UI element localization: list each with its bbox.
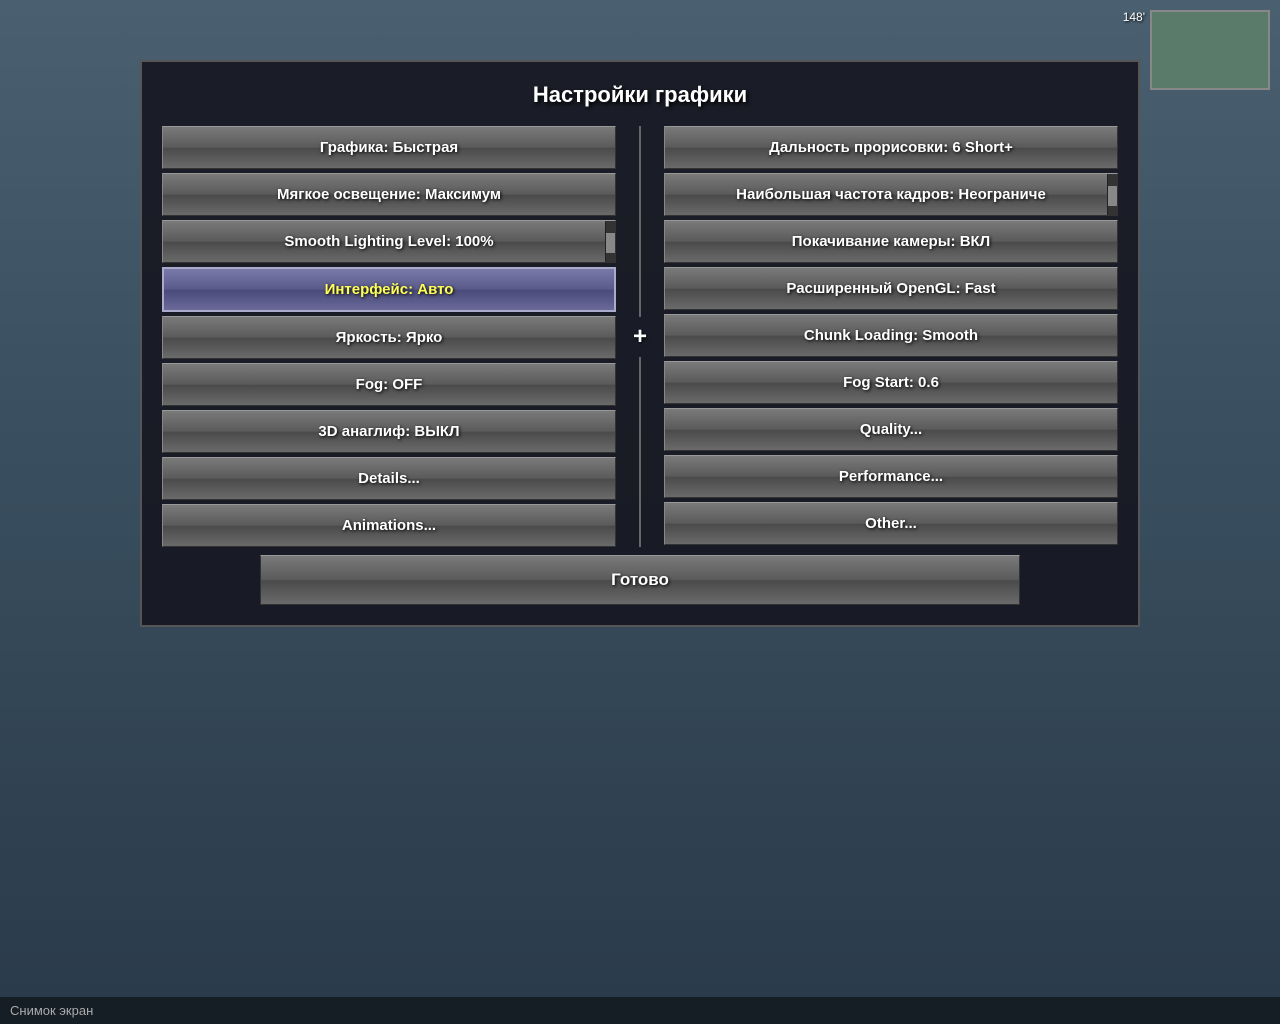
scrollbar-thumb-fps [1108,186,1117,206]
advanced-opengl-button[interactable]: Расширенный OpenGL: Fast [664,267,1118,310]
animations-button[interactable]: Animations... [162,504,616,547]
anaglyph-button[interactable]: 3D анаглиф: ВЫКЛ [162,410,616,453]
performance-button[interactable]: Performance... [664,455,1118,498]
bottom-bar: Снимок экран [0,997,1280,1024]
dialog-title: Настройки графики [162,82,1118,108]
minimap [1150,10,1270,90]
interface-button[interactable]: Интерфейс: Авто [162,267,616,312]
fog-button[interactable]: Fog: OFF [162,363,616,406]
render-distance-button[interactable]: Дальность прорисовки: 6 Short+ [664,126,1118,169]
vertical-divider-2 [639,357,641,548]
vertical-divider [639,126,641,317]
scrollbar[interactable] [605,221,615,262]
graphics-settings-dialog: Настройки графики Графика: Быстрая Мягко… [140,60,1140,627]
quality-button[interactable]: Quality... [664,408,1118,451]
fog-start-button[interactable]: Fog Start: 0.6 [664,361,1118,404]
buttons-container: Графика: Быстрая Мягкое освещение: Макси… [162,126,1118,547]
scrollbar-fps[interactable] [1107,174,1117,215]
right-column: Дальность прорисовки: 6 Short+ Наибольша… [664,126,1118,547]
scrollbar-thumb [606,233,615,253]
left-column: Графика: Быстрая Мягкое освещение: Макси… [162,126,616,547]
camera-sway-button[interactable]: Покачивание камеры: ВКЛ [664,220,1118,263]
bottom-text: Снимок экран [10,1003,93,1018]
max-fps-button[interactable]: Наибольшая частота кадров: Неограниче [664,173,1118,216]
other-button[interactable]: Other... [664,502,1118,545]
minimap-coords: 148' [1123,10,1145,24]
brightness-button[interactable]: Яркость: Ярко [162,316,616,359]
smooth-lighting-button[interactable]: Smooth Lighting Level: 100% [162,220,616,263]
divider-area: + [620,126,660,547]
soft-lighting-button[interactable]: Мягкое освещение: Максимум [162,173,616,216]
chunk-loading-button[interactable]: Chunk Loading: Smooth [664,314,1118,357]
plus-icon: + [633,317,647,357]
done-button[interactable]: Готово [260,555,1020,605]
graphics-button[interactable]: Графика: Быстрая [162,126,616,169]
details-button[interactable]: Details... [162,457,616,500]
